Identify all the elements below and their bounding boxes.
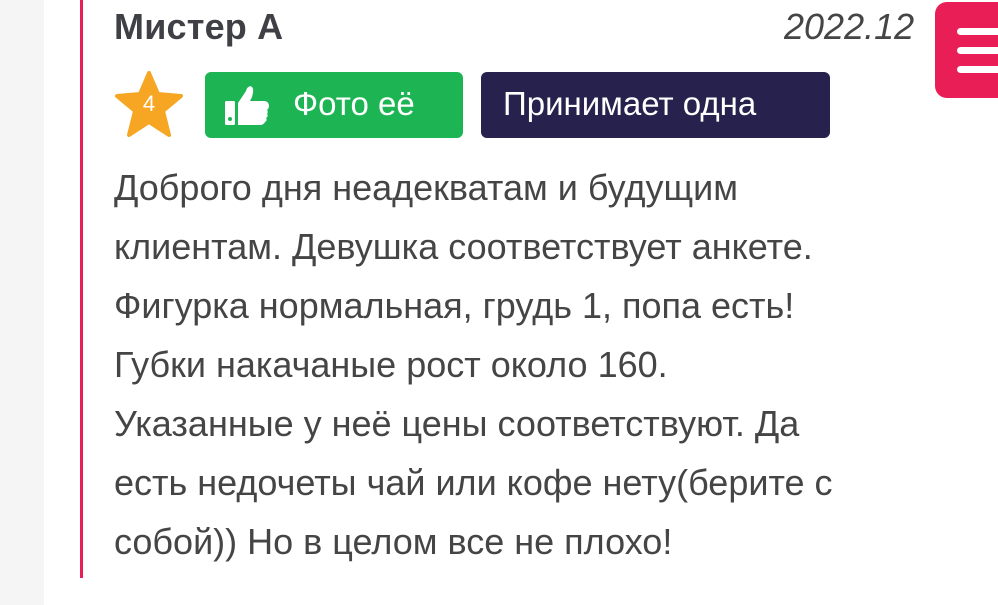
accept-badge: Принимает одна (481, 72, 830, 138)
review-date: 2022.12 (784, 6, 915, 47)
review-text-line: Губки накачаные рост около 160. (114, 344, 668, 385)
review-text-line: клиентам. Девушка соответствует анкете. (114, 226, 813, 267)
photo-badge-label: Фото её (293, 85, 415, 122)
review-accent-line (80, 0, 83, 578)
review-author[interactable]: Мистер А (114, 6, 283, 48)
review-text-line: есть недочеты чай или кофе нету(берите с (114, 462, 833, 503)
review-text-line: Указанные у неё цены соответствуют. Да (114, 403, 800, 444)
review-text-line: собой)) Но в целом все не плохо! (114, 521, 673, 562)
rating-value: 4 (142, 91, 156, 116)
rating-badge: 4 (114, 70, 184, 140)
menu-button[interactable] (935, 2, 998, 98)
thumbs-up-icon (225, 86, 269, 125)
photo-badge[interactable]: Фото её (205, 72, 463, 138)
accept-badge-label: Принимает одна (503, 85, 757, 122)
review-text-line: Доброго дня неадекватам и будущим (114, 167, 738, 208)
review-text: Доброго дня неадекватам и будущим клиент… (114, 158, 984, 571)
review-text-line: Фигурка нормальная, грудь 1, попа есть! (114, 285, 795, 326)
